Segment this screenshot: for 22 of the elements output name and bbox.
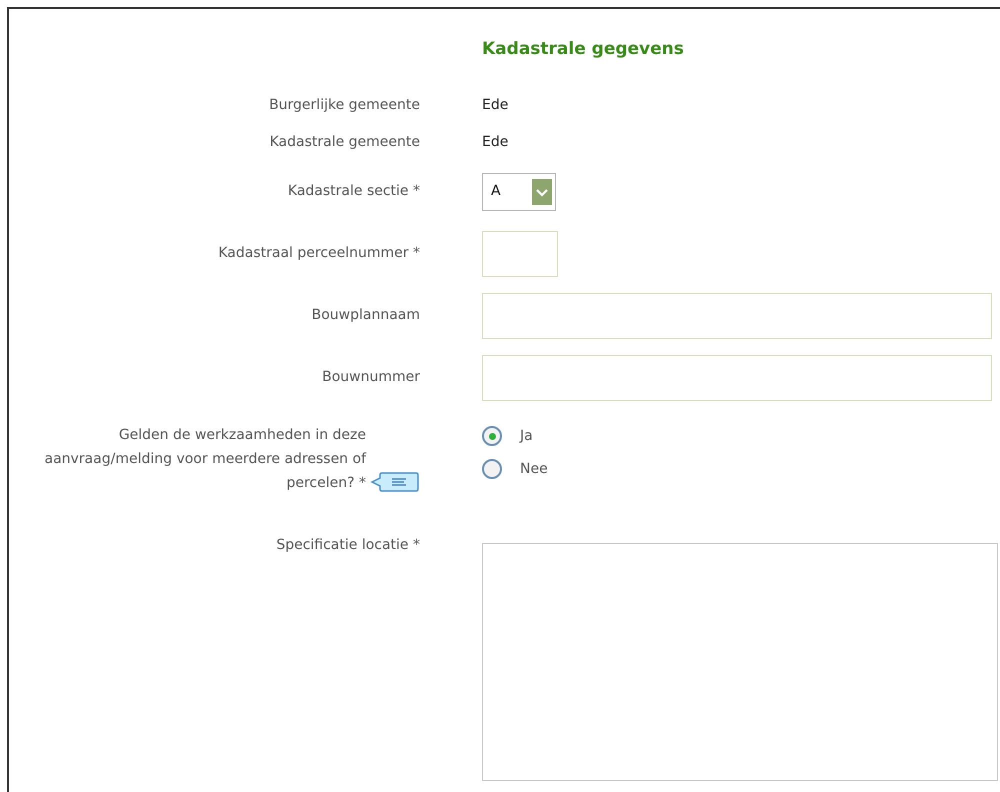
radio-label: Nee (520, 460, 548, 478)
chevron-down-icon (532, 178, 552, 204)
radio-button[interactable] (482, 426, 502, 446)
field-label: Bouwnummer (322, 369, 420, 385)
section-title: Kadastrale gegevens (482, 38, 685, 61)
field-label: Bouwplannaam (312, 307, 420, 323)
input-field[interactable] (482, 354, 992, 400)
field-label: Burgerlijke gemeente (269, 96, 420, 112)
input-field[interactable] (482, 292, 992, 338)
section-select[interactable]: A (482, 172, 556, 210)
radio-label: Ja (520, 426, 533, 446)
field-label: Kadastrale gemeente (270, 134, 420, 150)
input-field[interactable] (482, 230, 558, 276)
question-label: Gelden de werkzaamheden in deze aanvraag/melding voor meerdere adressen of percelen? * (43, 426, 366, 492)
field-label: Kadastraal perceelnummer * (218, 245, 420, 261)
field-label: Specificatie locatie * (276, 536, 420, 552)
field-label: Kadastrale sectie * (288, 183, 420, 199)
radio-button[interactable] (482, 459, 502, 479)
help-bubble-icon[interactable] (370, 470, 420, 493)
field-value: Ede (482, 134, 508, 150)
text-area[interactable] (482, 542, 998, 780)
field-value: Ede (482, 96, 508, 112)
